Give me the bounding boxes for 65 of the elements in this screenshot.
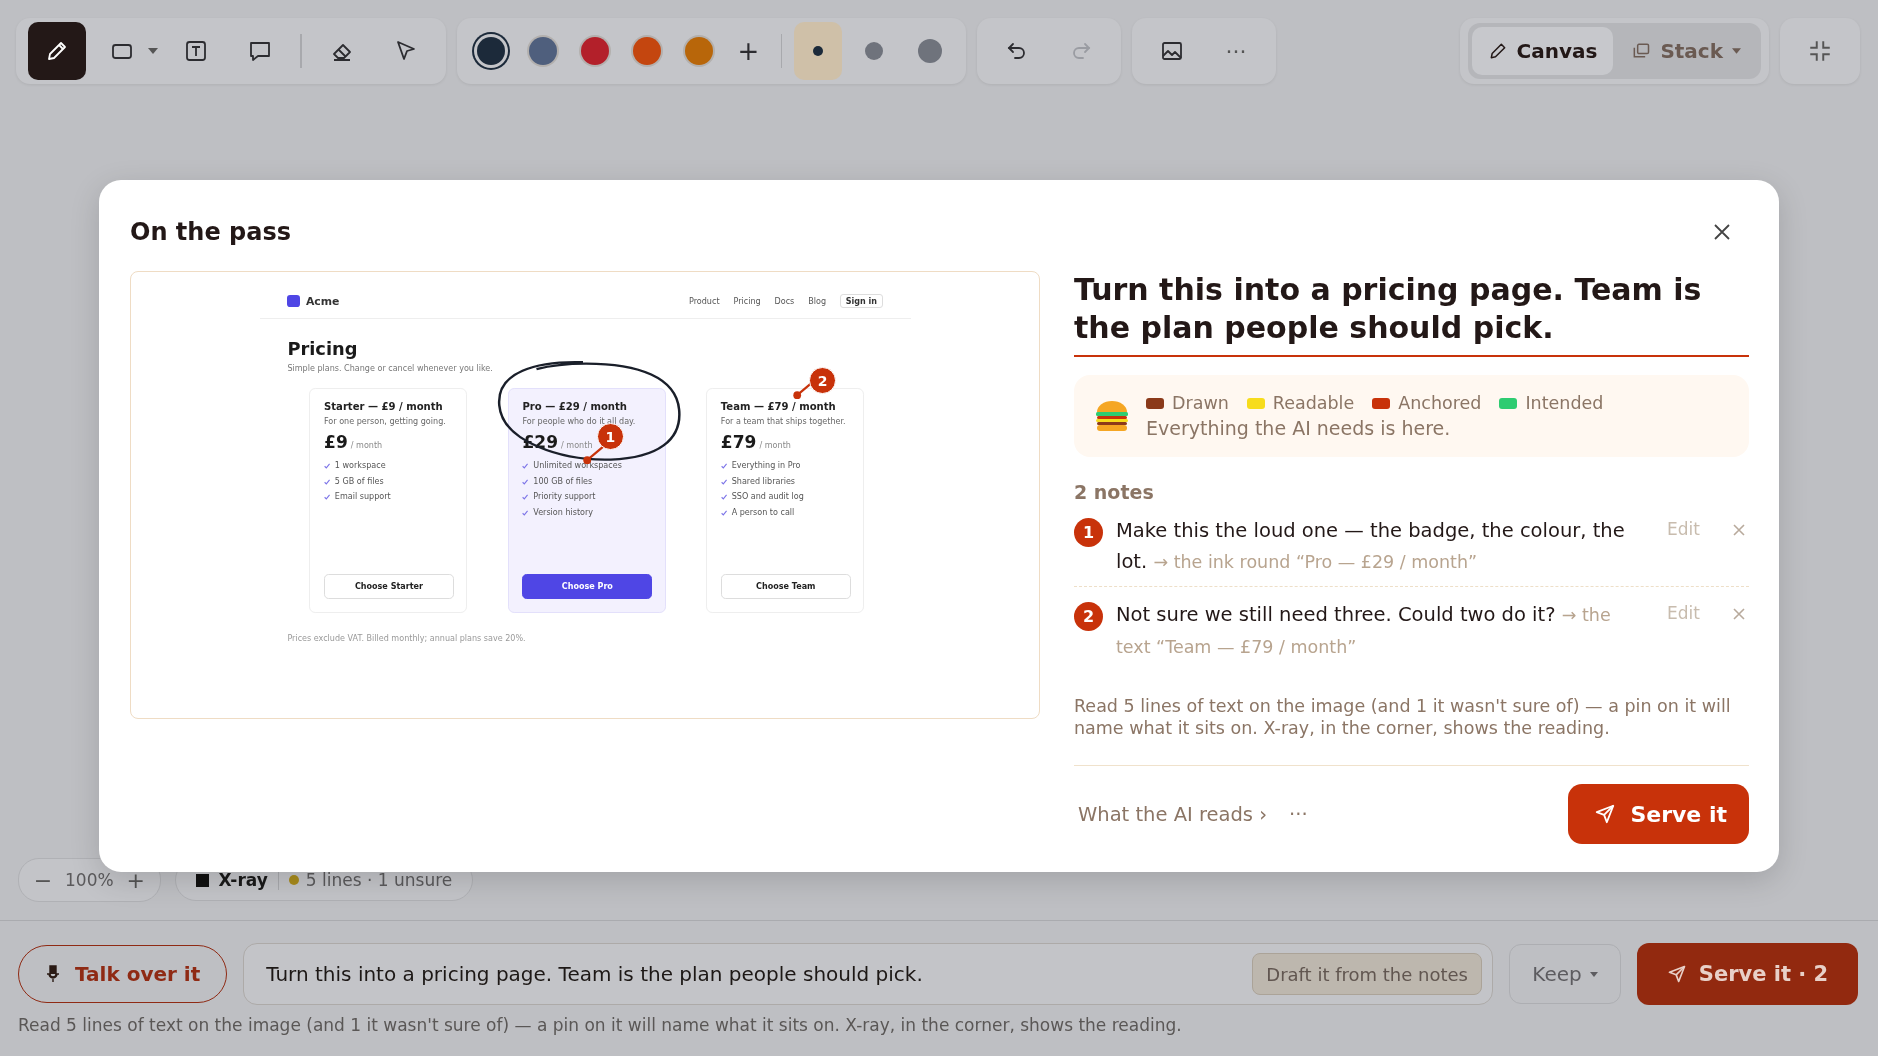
logo-icon [287, 295, 300, 308]
close-icon[interactable] [1713, 223, 1731, 241]
view-tab[interactable]: Stack [1615, 27, 1757, 75]
add-color-button[interactable]: + [728, 29, 769, 73]
serve-button[interactable]: Serve it · 2 [1637, 943, 1858, 1005]
note-number: 2 [1074, 602, 1103, 631]
color-swatch[interactable] [528, 37, 557, 65]
note-number: 1 [1074, 518, 1103, 547]
text-icon [184, 39, 208, 63]
check-icon [522, 509, 529, 516]
image-icon [1160, 39, 1184, 63]
legend-label: Drawn [1172, 393, 1229, 413]
draft-button[interactable]: Draft it from the notes [1252, 953, 1482, 995]
check-icon [324, 478, 331, 485]
check-icon [324, 463, 331, 470]
legend-label: Intended [1525, 393, 1604, 413]
brand-name: Acme [305, 294, 340, 308]
delete-icon[interactable] [1733, 524, 1745, 536]
plan-price: £79 [720, 432, 757, 453]
check-icon [522, 478, 529, 485]
page-title: Pricing [287, 337, 359, 359]
brush-size-button[interactable] [794, 22, 842, 80]
plan-price: £9 [324, 432, 348, 453]
pen-tool-button[interactable] [28, 22, 86, 80]
burger-icon [1094, 398, 1130, 434]
plan-name: Team — £79 / month [720, 401, 837, 414]
legend-label: Readable [1272, 393, 1355, 413]
note-text: Make this the loud one — the badge, the colour, the lot. → the ink round “Pro — £29 / month” [1116, 518, 1626, 575]
zoom-level: 100% [65, 870, 114, 890]
info-text: Read 5 lines of text on the image (and 1 it wasn't sure of) — a pin on it will name what it sits on. X-ray, in the corner, shows the reading. [1074, 695, 1749, 766]
hint-text: Read 5 lines of text on the image (and 1 it wasn't sure of) — a pin on it will name what it sits on. X-ray, in the corner, shows the reading. [18, 1015, 1183, 1035]
notes-count: 2 notes [1074, 481, 1155, 503]
note-text: Not sure we still need three. Could two do it? → the text “Team — £79 / month” [1116, 602, 1612, 659]
dialog-title: On the pass [130, 218, 291, 246]
view-tab[interactable]: Canvas [1471, 27, 1614, 75]
ai-reads-link[interactable]: What the AI reads › [1074, 802, 1267, 826]
send-icon [1594, 803, 1617, 825]
legend-label: Anchored [1398, 393, 1482, 413]
pin-badge[interactable]: 2 [809, 367, 836, 395]
status-text: Everything the AI needs is here. [1146, 417, 1452, 439]
color-swatch[interactable] [684, 37, 713, 65]
color-swatch[interactable] [632, 37, 661, 65]
zoom-out-button[interactable]: − [29, 858, 57, 902]
prompt-field[interactable]: Turn this into a pricing page. Team is the plan people should pick. Draft it from the notes [243, 943, 1493, 1005]
stack-icon [1631, 41, 1652, 61]
speech-bubble-icon [248, 39, 272, 63]
caret-icon [1589, 971, 1598, 977]
plan-name: Starter — £9 / month [324, 401, 444, 414]
microphone-icon [45, 965, 61, 983]
pin-badge[interactable]: 1 [596, 423, 624, 450]
delete-icon[interactable] [1733, 608, 1745, 620]
check-icon [522, 463, 529, 470]
check-icon [324, 494, 331, 501]
prompt-heading: Turn this into a pricing page. Team is the plan people should pick. [1074, 271, 1749, 357]
keep-dropdown[interactable]: Keep [1509, 944, 1621, 1004]
serve-button[interactable]: Serve it [1568, 784, 1749, 844]
collapse-icon [1807, 38, 1833, 64]
check-icon [522, 494, 529, 501]
send-icon [1666, 964, 1687, 984]
pencil-icon [45, 39, 69, 63]
more-button[interactable]: ··· [1289, 802, 1308, 826]
caret-icon[interactable] [148, 48, 158, 54]
color-swatch[interactable] [580, 37, 609, 65]
zoom-in-button[interactable]: + [121, 858, 150, 902]
plan-name: Pro — £29 / month [522, 401, 628, 414]
